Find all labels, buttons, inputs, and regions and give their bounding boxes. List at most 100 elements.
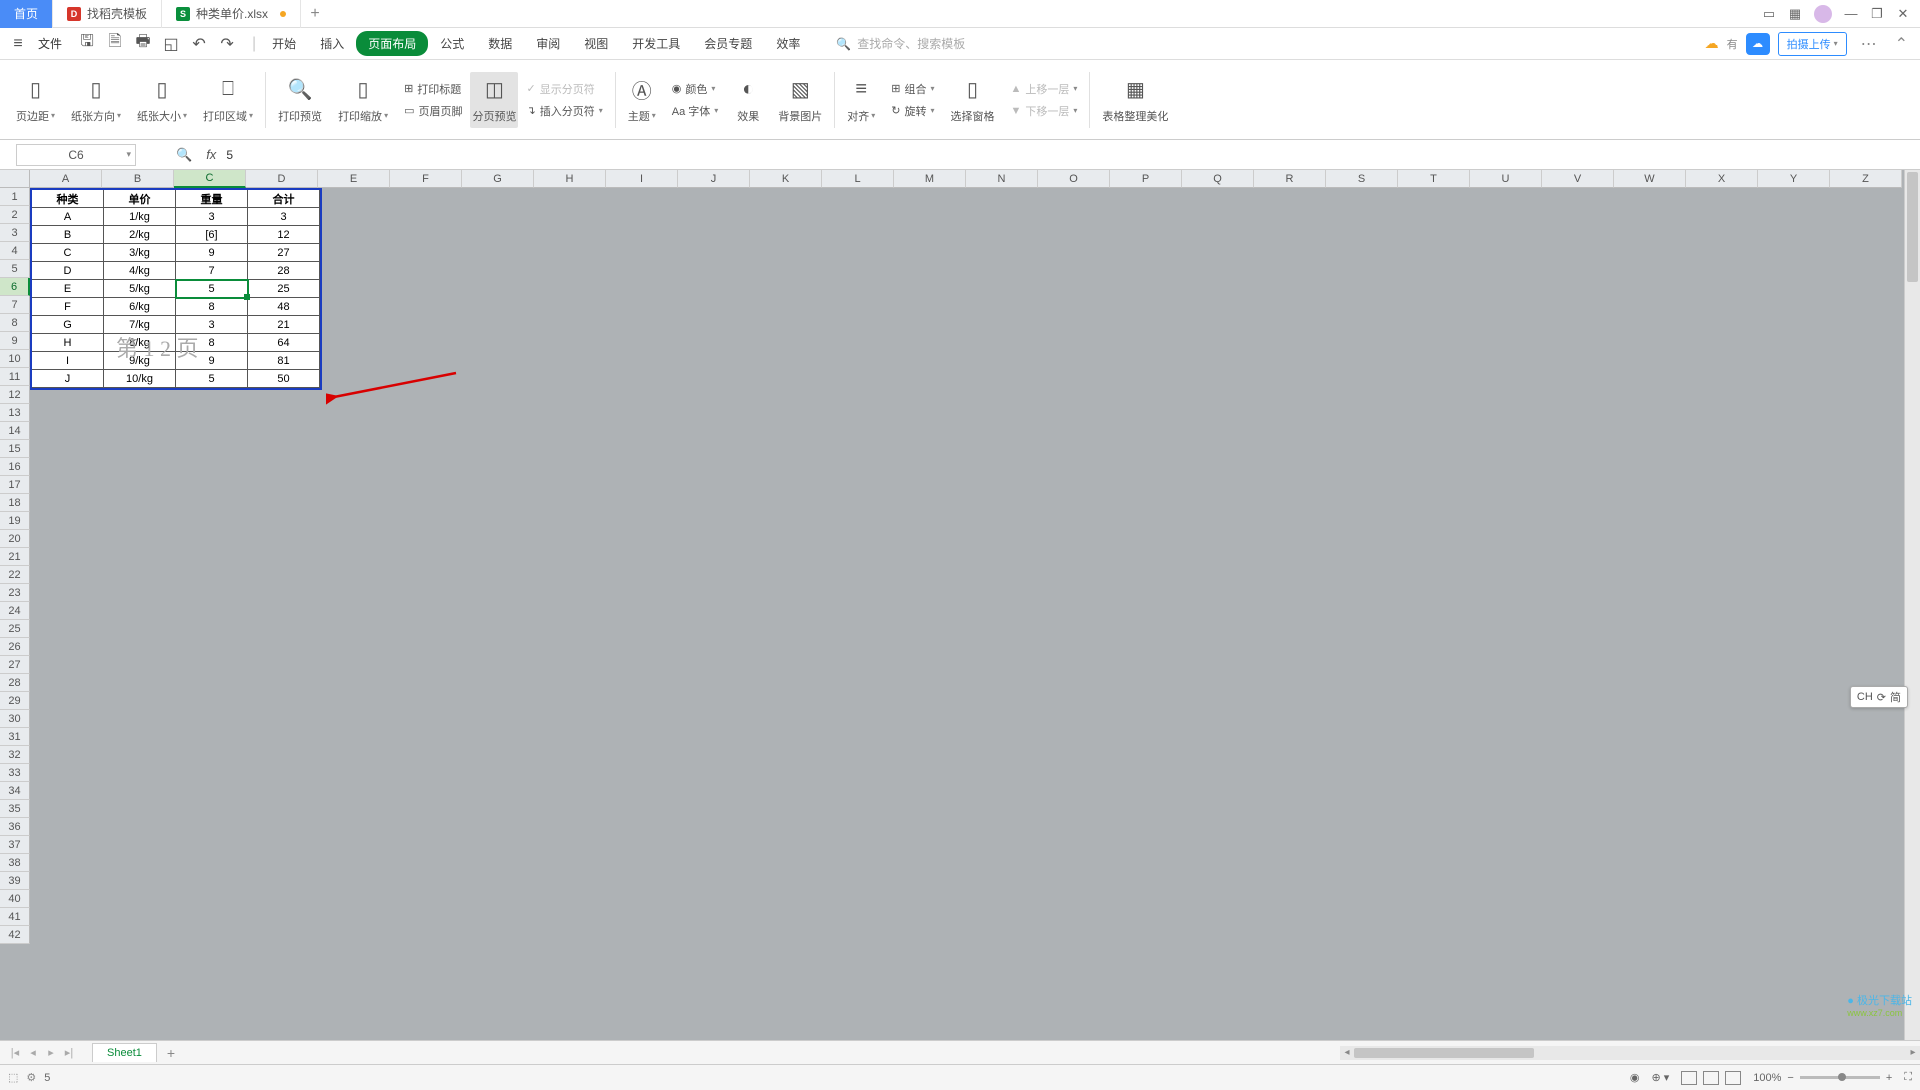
row-header-7[interactable]: 7 [0,296,30,314]
minimize-icon[interactable]: — [1844,7,1858,21]
ribbon-themes[interactable]: Ⓐ 主题▾ [620,76,664,124]
col-header-O[interactable]: O [1038,170,1110,188]
row-header-26[interactable]: 26 [0,638,30,656]
print-icon[interactable]: 🖶 [134,35,152,53]
row-header-22[interactable]: 22 [0,566,30,584]
col-header-Q[interactable]: Q [1182,170,1254,188]
cell[interactable]: 5 [176,370,248,388]
row-header-25[interactable]: 25 [0,620,30,638]
maximize-icon[interactable]: ❐ [1870,7,1884,21]
view-break-icon[interactable] [1725,1071,1741,1085]
cell[interactable]: J [32,370,104,388]
cell[interactable]: E [32,280,104,298]
row-header-40[interactable]: 40 [0,890,30,908]
avatar[interactable] [1814,5,1832,23]
cell[interactable]: 28 [248,262,320,280]
col-header-K[interactable]: K [750,170,822,188]
collapse-ribbon-icon[interactable]: ⌃ [1891,34,1912,54]
row-header-2[interactable]: 2 [0,206,30,224]
row-header-35[interactable]: 35 [0,800,30,818]
menu-start[interactable]: 开始 [260,31,308,56]
status-settings-icon[interactable]: ⚙ [26,1071,36,1084]
search-box[interactable]: 🔍 查找命令、搜索模板 [836,35,965,52]
horizontal-scrollbar[interactable]: ◂ ▸ [1340,1046,1920,1060]
fill-handle[interactable] [244,294,250,300]
row-header-31[interactable]: 31 [0,728,30,746]
col-header-I[interactable]: I [606,170,678,188]
table-header[interactable]: 重量 [176,190,248,208]
cell[interactable]: I [32,352,104,370]
col-header-U[interactable]: U [1470,170,1542,188]
apps-icon[interactable]: ▦ [1788,7,1802,21]
tab-current-file[interactable]: S 种类单价.xlsx [162,0,301,28]
ribbon-group-btn[interactable]: ⊞组合▾ [891,81,934,97]
cloud-sync-icon[interactable]: ☁ [1705,35,1719,52]
row-header-4[interactable]: 4 [0,242,30,260]
menu-insert[interactable]: 插入 [308,31,356,56]
row-header-1[interactable]: 1 [0,188,30,206]
cell[interactable]: B [32,226,104,244]
col-header-N[interactable]: N [966,170,1038,188]
menu-data[interactable]: 数据 [476,31,524,56]
col-header-L[interactable]: L [822,170,894,188]
ribbon-bg-image[interactable]: ▧ 背景图片 [770,76,830,124]
col-header-S[interactable]: S [1326,170,1398,188]
cell[interactable]: 3 [176,208,248,226]
row-header-30[interactable]: 30 [0,710,30,728]
sheet-tab-1[interactable]: Sheet1 [92,1043,157,1062]
vertical-scrollbar[interactable] [1904,170,1920,1040]
row-header-37[interactable]: 37 [0,836,30,854]
row-header-38[interactable]: 38 [0,854,30,872]
cell[interactable]: 3 [248,208,320,226]
cloud-button[interactable]: ☁ [1746,33,1770,55]
col-header-Y[interactable]: Y [1758,170,1830,188]
menu-member[interactable]: 会员专题 [692,31,764,56]
col-header-W[interactable]: W [1614,170,1686,188]
row-header-11[interactable]: 11 [0,368,30,386]
zoom-in-icon[interactable]: + [1886,1072,1892,1084]
cell[interactable]: A [32,208,104,226]
row-header-6[interactable]: 6 [0,278,30,296]
col-header-X[interactable]: X [1686,170,1758,188]
row-header-34[interactable]: 34 [0,782,30,800]
cell[interactable]: 8 [176,298,248,316]
row-header-5[interactable]: 5 [0,260,30,278]
row-header-17[interactable]: 17 [0,476,30,494]
scroll-left-icon[interactable]: ◂ [1340,1047,1354,1058]
ribbon-fonts[interactable]: Aa 字体▾ [672,103,719,119]
row-header-9[interactable]: 9 [0,332,30,350]
view-normal-icon[interactable] [1681,1071,1697,1085]
ribbon-align[interactable]: ≡ 对齐▾ [839,76,883,124]
cell[interactable]: [6] [176,226,248,244]
cell[interactable]: 27 [248,244,320,262]
row-header-12[interactable]: 12 [0,386,30,404]
formula-input[interactable]: 5 [216,148,1920,162]
row-header-33[interactable]: 33 [0,764,30,782]
close-icon[interactable]: ✕ [1896,7,1910,21]
undo-icon[interactable]: ↶ [190,35,208,53]
menu-efficiency[interactable]: 效率 [764,31,812,56]
row-header-20[interactable]: 20 [0,530,30,548]
sheet-nav-first[interactable]: |◂ [8,1046,22,1059]
name-box[interactable]: C6 ▾ [16,144,136,166]
select-all-corner[interactable] [0,170,30,188]
search-fx-icon[interactable]: 🔍 [176,147,192,163]
col-header-V[interactable]: V [1542,170,1614,188]
menu-view[interactable]: 视图 [572,31,620,56]
row-header-21[interactable]: 21 [0,548,30,566]
ribbon-insert-break[interactable]: ↴插入分页符▾ [526,103,602,119]
col-header-R[interactable]: R [1254,170,1326,188]
sheet-nav-last[interactable]: ▸| [62,1046,76,1059]
row-header-32[interactable]: 32 [0,746,30,764]
col-header-T[interactable]: T [1398,170,1470,188]
row-header-27[interactable]: 27 [0,656,30,674]
menu-dev[interactable]: 开发工具 [620,31,692,56]
ribbon-selection-pane[interactable]: ▯ 选择窗格 [943,76,1003,124]
menu-page-layout[interactable]: 页面布局 [356,31,428,56]
view-page-icon[interactable] [1703,1071,1719,1085]
cell[interactable]: 6/kg [104,298,176,316]
hamburger-icon[interactable]: ≡ [8,34,28,54]
cell[interactable]: 2/kg [104,226,176,244]
sheet-add-button[interactable]: + [157,1045,185,1061]
cell[interactable]: C [32,244,104,262]
